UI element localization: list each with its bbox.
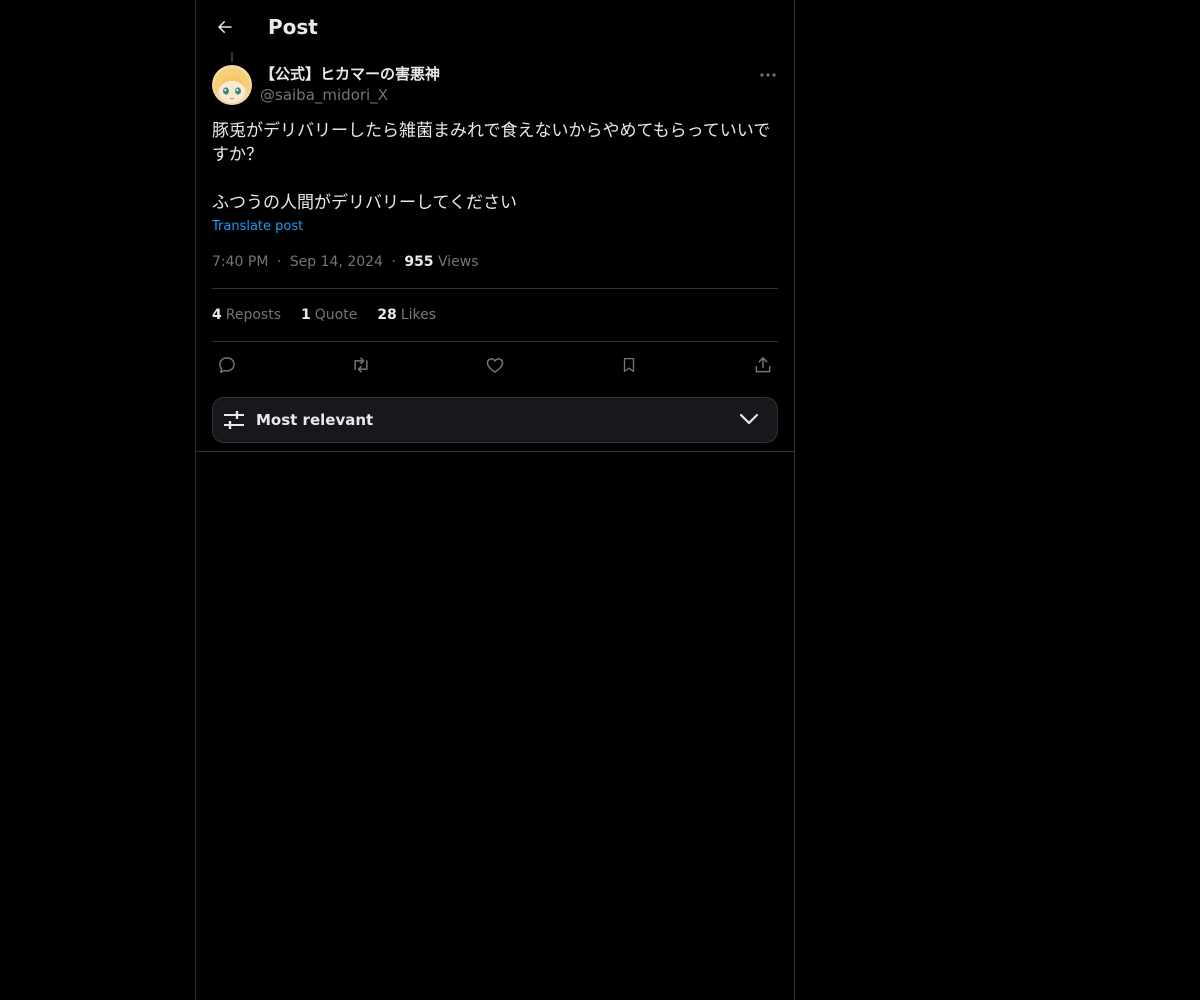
share-icon — [755, 357, 771, 373]
divider — [212, 288, 778, 289]
sliders-icon — [224, 411, 244, 429]
anime-character-avatar-icon — [212, 65, 252, 105]
like-icon — [486, 358, 504, 373]
engagement-stats: 4 Reposts 1 Quote 28 Likes — [212, 305, 436, 325]
quote-stat[interactable]: 1 Quote — [301, 305, 357, 325]
reply-icon — [219, 357, 235, 374]
reply-button[interactable] — [212, 350, 242, 380]
main-column: Post 【公式】ヒカマーの害悪神 @saiba_midori_X 豚兎がデリバ… — [195, 0, 795, 1000]
meta-separator: · — [391, 254, 396, 270]
post-text-line: すか？ — [212, 145, 263, 165]
quote-count: 1 — [301, 307, 311, 323]
likes-label: Likes — [400, 307, 437, 323]
post-metadata: 7:40 PM · Sep 14, 2024 · 955 Views — [212, 252, 479, 272]
reposts-stat[interactable]: 4 Reposts — [212, 305, 281, 325]
thread-connector-line — [231, 52, 233, 62]
post-date[interactable]: Sep 14, 2024 — [290, 254, 383, 270]
views-label: Views — [438, 254, 479, 270]
action-bar — [212, 350, 778, 380]
reposts-count: 4 — [212, 307, 222, 323]
like-button[interactable] — [480, 350, 510, 380]
meta-separator: · — [276, 254, 282, 270]
divider — [212, 341, 778, 342]
reposts-label: Reposts — [225, 307, 281, 323]
avatar[interactable] — [212, 65, 252, 105]
back-button[interactable] — [208, 10, 242, 44]
arrow-left-icon — [218, 21, 232, 33]
more-options-button[interactable] — [756, 64, 780, 86]
views-count: 955 — [404, 254, 434, 270]
bookmark-button[interactable] — [614, 350, 644, 380]
likes-count: 28 — [377, 307, 397, 323]
bookmark-icon — [623, 357, 635, 373]
repost-icon — [354, 357, 368, 373]
page-title: Post — [268, 15, 318, 39]
author-handle[interactable]: @saiba_midori_X — [260, 85, 388, 105]
likes-stat[interactable]: 28 Likes — [377, 305, 436, 325]
post-time[interactable]: 7:40 PM — [212, 254, 268, 270]
post-text-line: ふつうの人間がデリバリーしてください — [212, 193, 517, 213]
section-divider — [196, 451, 794, 452]
sort-label: Most relevant — [256, 411, 374, 429]
repost-button[interactable] — [346, 350, 376, 380]
page-header: Post — [196, 0, 794, 53]
author-display-name[interactable]: 【公式】ヒカマーの害悪神 — [260, 64, 440, 84]
translate-post-link[interactable]: Translate post — [212, 218, 303, 236]
share-button[interactable] — [748, 350, 778, 380]
quote-label: Quote — [314, 307, 358, 323]
post-body: 豚兎がデリバリーしたら雑菌まみれで食えないからやめてもらっていいで すか？ ふつ… — [212, 119, 782, 215]
post-text-line: 豚兎がデリバリーしたら雑菌まみれで食えないからやめてもらっていいで — [212, 121, 771, 141]
reply-sort-dropdown[interactable]: Most relevant — [212, 397, 778, 443]
chevron-down-icon — [739, 413, 759, 425]
more-horizontal-icon — [760, 73, 776, 77]
